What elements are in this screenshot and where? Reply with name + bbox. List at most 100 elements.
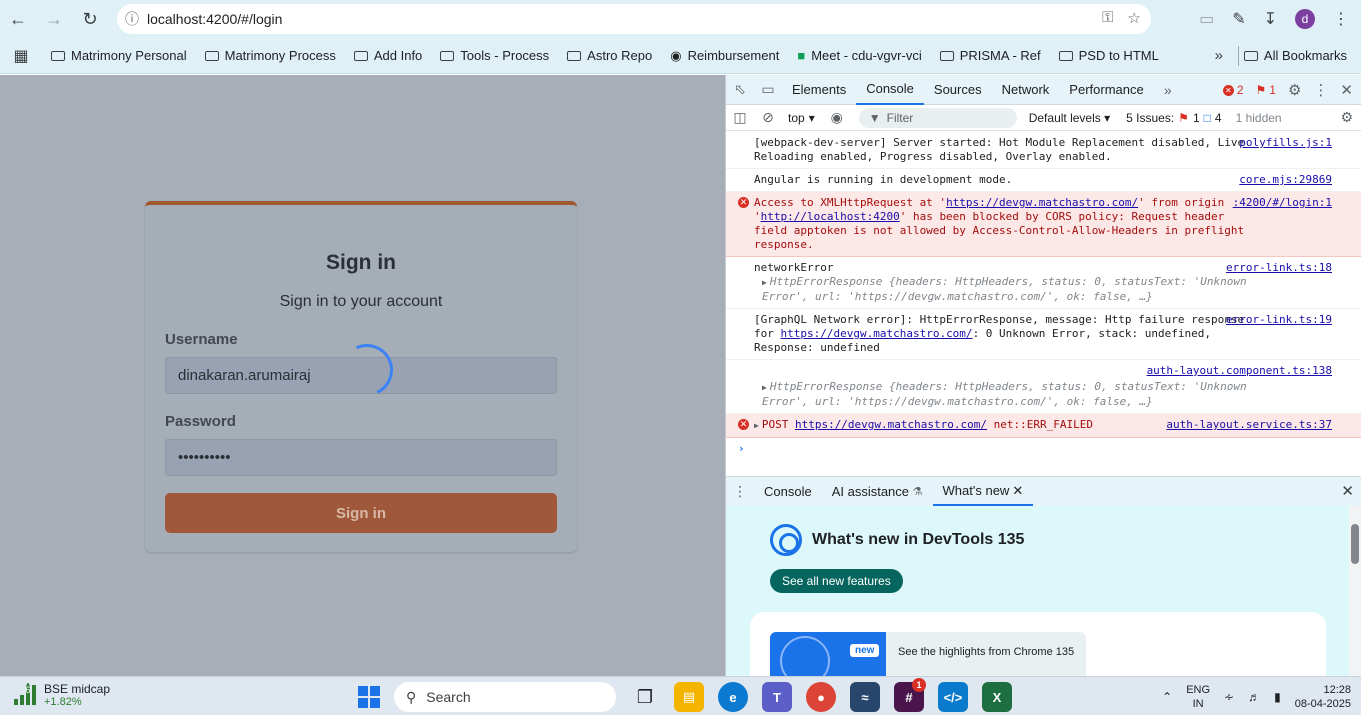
excel-icon[interactable]: X — [982, 682, 1012, 712]
inspect-icon[interactable]: ⬁ — [726, 81, 754, 98]
source-link[interactable]: :4200/#/login:1 — [1233, 196, 1332, 210]
site-info-icon[interactable]: ⓘ — [117, 9, 147, 29]
task-view-icon[interactable]: ❐ — [630, 682, 660, 712]
back-button[interactable]: ← — [0, 0, 36, 38]
scrollbar[interactable] — [1349, 506, 1361, 676]
bookmark-item[interactable]: Add Info — [345, 48, 431, 63]
chrome-icon[interactable]: ● — [806, 682, 836, 712]
tab-ai-assistance[interactable]: AI assistance ⚗ — [822, 478, 933, 506]
all-bookmarks[interactable]: All Bookmarks — [1243, 48, 1347, 63]
tab-drawer-console[interactable]: Console — [754, 478, 822, 506]
bookmark-item[interactable]: Matrimony Process — [196, 48, 345, 63]
bookmark-item[interactable]: Tools - Process — [431, 48, 558, 63]
settings-gear-icon[interactable]: ⚙ — [1288, 81, 1301, 99]
source-link[interactable]: auth-layout.service.ts:37 — [1166, 418, 1332, 432]
close-drawer-icon[interactable]: ✕ — [1341, 482, 1354, 500]
bookmark-item[interactable]: Astro Repo — [558, 48, 661, 63]
scrollbar-thumb[interactable] — [1351, 524, 1359, 564]
notification-badge: 1 — [912, 678, 926, 692]
profile-avatar[interactable]: d — [1295, 9, 1315, 29]
tab-console[interactable]: Console — [856, 75, 924, 105]
more-tabs-icon[interactable]: » — [1154, 82, 1182, 98]
live-expression-eye-icon[interactable]: ◉ — [823, 109, 851, 126]
clear-console-icon[interactable]: ⊘ — [754, 109, 782, 126]
issues-counter[interactable]: 5 Issues: ⚑ 1 □ 4 — [1126, 111, 1221, 125]
console-message: Angular is running in development mode. … — [726, 169, 1361, 192]
expand-triangle-icon[interactable]: ▶ — [762, 276, 767, 290]
wifi-icon[interactable]: ∻ — [1224, 690, 1234, 704]
url-link[interactable]: https://devgw.matchastro.com/ — [781, 327, 973, 340]
url-link[interactable]: http://localhost:4200 — [761, 210, 900, 223]
address-bar[interactable]: ⓘ localhost:4200/#/login ⚿ ☆ — [117, 4, 1151, 34]
clock[interactable]: 12:28 08-04-2025 — [1295, 683, 1351, 711]
password-field[interactable]: •••••••••• — [165, 439, 557, 476]
language-indicator[interactable]: ENG IN — [1186, 683, 1210, 711]
tab-performance[interactable]: Performance — [1059, 75, 1153, 105]
sign-in-button[interactable]: Sign in — [165, 493, 557, 533]
log-levels-dropdown[interactable]: Default levels ▾ — [1029, 111, 1110, 125]
expandable-object[interactable]: ▶ HttpErrorResponse {headers: HttpHeaders… — [754, 275, 1252, 304]
apps-grid-icon[interactable]: ▦ — [0, 46, 42, 66]
stock-change: +1.82% — [44, 696, 82, 708]
context-selector[interactable]: top ▾ — [788, 111, 815, 125]
password-key-icon[interactable]: ⚿ — [1102, 9, 1113, 27]
filter-input[interactable]: ▼ Filter — [858, 107, 1017, 128]
tab-whats-new[interactable]: What's new ✕ — [932, 478, 1034, 506]
more-bookmarks-icon[interactable]: » — [1215, 47, 1223, 64]
tab-sources[interactable]: Sources — [924, 75, 992, 105]
error-icon: ✕ — [738, 419, 749, 430]
cast-icon[interactable]: ▭ — [1199, 9, 1214, 29]
highlight-video-card[interactable]: new See the highlights from Chrome 135 — [770, 632, 1086, 676]
expandable-object[interactable]: ▶ HttpErrorResponse {headers: HttpHeaders… — [754, 380, 1252, 409]
device-toolbar-icon[interactable]: ▭ — [754, 81, 782, 98]
video-thumbnail[interactable]: new — [770, 632, 886, 676]
close-devtools-icon[interactable]: ✕ — [1340, 81, 1353, 99]
bookmark-item[interactable]: Matrimony Personal — [42, 48, 196, 63]
download-icon[interactable]: ↧ — [1264, 9, 1277, 29]
battery-icon[interactable]: ▮ — [1274, 690, 1281, 704]
url-text[interactable]: localhost:4200/#/login — [147, 11, 282, 27]
file-explorer-icon[interactable]: ▤ — [674, 682, 704, 712]
edge-browser-icon[interactable]: e — [718, 682, 748, 712]
console-prompt[interactable]: › — [726, 438, 1361, 460]
start-windows-icon[interactable] — [358, 686, 380, 708]
console-settings-icon[interactable]: ⚙ — [1340, 109, 1353, 126]
tab-elements[interactable]: Elements — [782, 75, 856, 105]
sql-tool-icon[interactable]: ≈ — [850, 682, 880, 712]
close-tab-icon[interactable]: ✕ — [1012, 483, 1023, 499]
reload-button[interactable]: ↻ — [72, 0, 108, 38]
source-link[interactable]: polyfills.js:1 — [1239, 136, 1332, 150]
bookmark-item[interactable]: PSD to HTML — [1050, 48, 1168, 63]
bookmark-star-icon[interactable]: ☆ — [1128, 9, 1141, 27]
teams-icon[interactable]: T — [762, 682, 792, 712]
bookmark-item[interactable]: ◉ Reimbursement — [661, 48, 788, 64]
see-all-features-button[interactable]: See all new features — [770, 569, 903, 593]
warning-count-badge[interactable]: ⚑ 1 — [1256, 83, 1276, 97]
source-link[interactable]: auth-layout.component.ts:138 — [1147, 364, 1332, 378]
tab-network[interactable]: Network — [992, 75, 1060, 105]
chevron-down-icon: ▾ — [1104, 110, 1111, 125]
stock-widget[interactable]: 6 BSE midcap +1.82% — [14, 682, 110, 708]
menu-icon[interactable]: ⋮ — [1333, 9, 1349, 29]
source-link[interactable]: error-link.ts:19 — [1226, 313, 1332, 327]
source-link[interactable]: error-link.ts:18 — [1226, 261, 1332, 275]
sidebar-toggle-icon[interactable]: ◫ — [726, 109, 754, 126]
extensions-icon[interactable]: ✎ — [1232, 9, 1245, 29]
volume-icon[interactable]: ♬ — [1248, 690, 1260, 704]
taskbar-search[interactable]: ⚲ Search — [394, 682, 616, 712]
error-count-badge[interactable]: ✕ 2 — [1222, 83, 1244, 97]
url-link[interactable]: https://devgw.matchastro.com/ — [946, 196, 1138, 209]
chevron-up-icon[interactable]: ⌃ — [1162, 690, 1172, 704]
source-link[interactable]: core.mjs:29869 — [1239, 173, 1332, 187]
expand-triangle-icon[interactable]: ▶ — [754, 419, 759, 433]
slack-icon[interactable]: #1 — [894, 678, 926, 712]
bookmark-item[interactable]: PRISMA - Ref — [931, 48, 1050, 63]
url-link[interactable]: https://devgw.matchastro.com/ — [795, 418, 987, 431]
forward-button[interactable]: → — [36, 0, 72, 38]
bookmarks-bar: ▦ Matrimony Personal Matrimony Process A… — [0, 38, 1361, 74]
vscode-icon[interactable]: </> — [938, 682, 968, 712]
drawer-menu-icon[interactable]: ⋮ — [726, 483, 754, 500]
bookmark-item[interactable]: ■ Meet - cdu-vgvr-vci — [788, 48, 930, 63]
expand-triangle-icon[interactable]: ▶ — [762, 381, 767, 395]
customize-menu-icon[interactable]: ⋮ — [1313, 81, 1328, 99]
